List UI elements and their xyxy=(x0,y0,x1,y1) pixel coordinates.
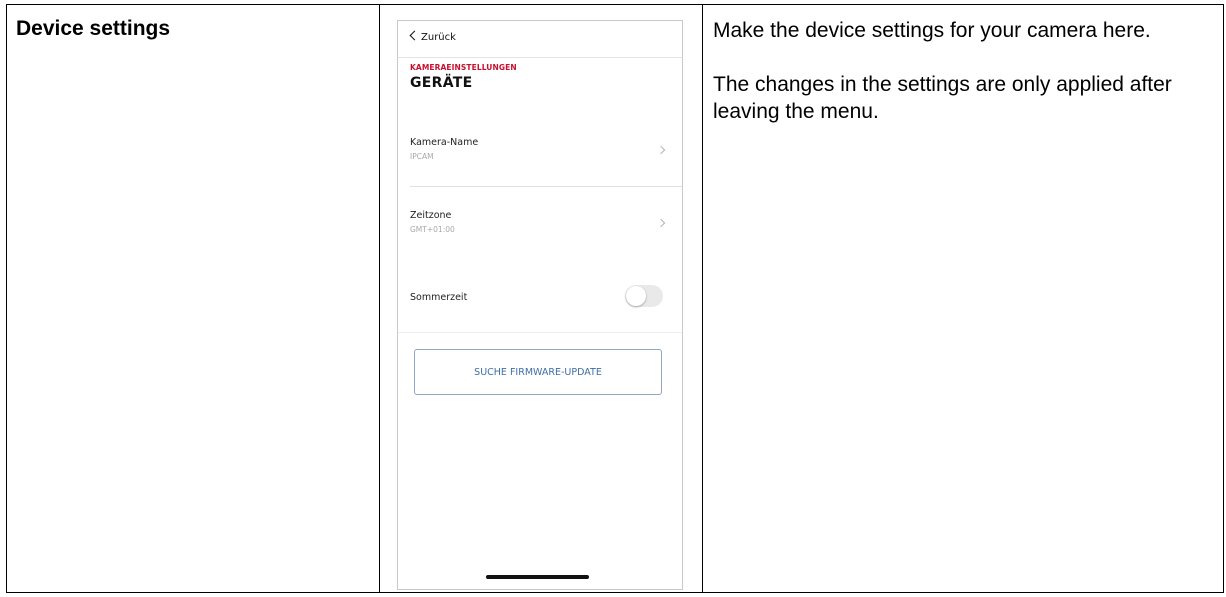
description-paragraph: The changes in the settings are only app… xyxy=(713,73,1172,123)
setting-label: Zeitzone xyxy=(410,210,452,221)
setting-label: Sommerzeit xyxy=(410,292,468,303)
nav-bar: Zurück xyxy=(398,21,682,58)
setting-value: IPCAM xyxy=(410,152,434,161)
device-settings-table: Device settings Zurück KAMERAEINSTELLUNG… xyxy=(6,4,1224,593)
toggle-knob xyxy=(626,286,646,306)
title-cell: Device settings xyxy=(6,4,380,593)
phone-screenshot: Zurück KAMERAEINSTELLUNGEN GERÄTE Kamera… xyxy=(397,20,683,590)
description-paragraph: Make the device settings for your camera… xyxy=(713,19,1151,42)
back-label: Zurück xyxy=(421,32,456,43)
page-title: GERÄTE xyxy=(410,75,473,91)
description-cell: Make the device settings for your camera… xyxy=(702,4,1224,593)
setting-row-timezone[interactable]: Zeitzone GMT+01:00 xyxy=(398,187,682,253)
dst-toggle[interactable] xyxy=(625,285,663,307)
setting-row-dst: Sommerzeit xyxy=(398,277,682,327)
chevron-left-icon xyxy=(409,30,420,41)
divider xyxy=(398,332,682,333)
screenshot-cell: Zurück KAMERAEINSTELLUNGEN GERÄTE Kamera… xyxy=(379,4,703,593)
chevron-right-icon xyxy=(656,145,666,155)
description: Make the device settings for your camera… xyxy=(703,5,1223,125)
chevron-right-icon xyxy=(656,218,666,228)
home-indicator xyxy=(486,575,589,579)
firmware-update-button[interactable]: SUCHE FIRMWARE-UPDATE xyxy=(414,349,662,395)
back-button[interactable]: Zurück xyxy=(409,30,456,43)
section-kicker: KAMERAEINSTELLUNGEN xyxy=(410,63,517,72)
setting-row-camera-name[interactable]: Kamera-Name IPCAM xyxy=(398,121,682,187)
table-row: Device settings Zurück KAMERAEINSTELLUNG… xyxy=(6,4,1224,593)
setting-label: Kamera-Name xyxy=(410,137,479,148)
setting-value: GMT+01:00 xyxy=(410,225,455,234)
row-title: Device settings xyxy=(16,17,171,40)
